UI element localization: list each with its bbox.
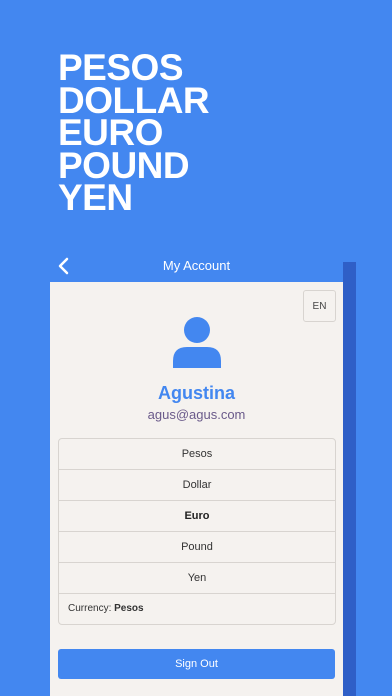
current-currency-label: Currency: bbox=[68, 603, 115, 614]
currency-option-euro[interactable]: Euro bbox=[59, 501, 335, 532]
language-button[interactable]: EN bbox=[303, 290, 336, 322]
sign-out-button[interactable]: Sign Out bbox=[58, 649, 335, 679]
current-currency: Currency: Pesos bbox=[59, 594, 335, 624]
user-name: Agustina bbox=[157, 383, 235, 403]
account-card: EN Agustina agus@agus.com Pesos Dollar E… bbox=[50, 282, 343, 696]
currency-option-yen[interactable]: Yen bbox=[59, 563, 335, 594]
nav-header: My Account bbox=[50, 250, 343, 282]
currency-option-pesos[interactable]: Pesos bbox=[59, 439, 335, 470]
current-currency-value: Pesos bbox=[114, 603, 144, 614]
currency-option-pound[interactable]: Pound bbox=[59, 532, 335, 563]
currency-list: Pesos Dollar Euro Pound Yen Currency: Pe… bbox=[58, 438, 336, 625]
page-title: My Account bbox=[162, 258, 231, 273]
user-avatar-icon bbox=[173, 317, 221, 368]
hero-line: YEN bbox=[58, 177, 133, 218]
user-email: agus@agus.com bbox=[147, 407, 246, 422]
currency-option-dollar[interactable]: Dollar bbox=[59, 470, 335, 501]
card-shadow bbox=[343, 262, 356, 696]
hero-currency-list: PESOS DOLLAR EURO POUND YEN bbox=[58, 49, 210, 218]
